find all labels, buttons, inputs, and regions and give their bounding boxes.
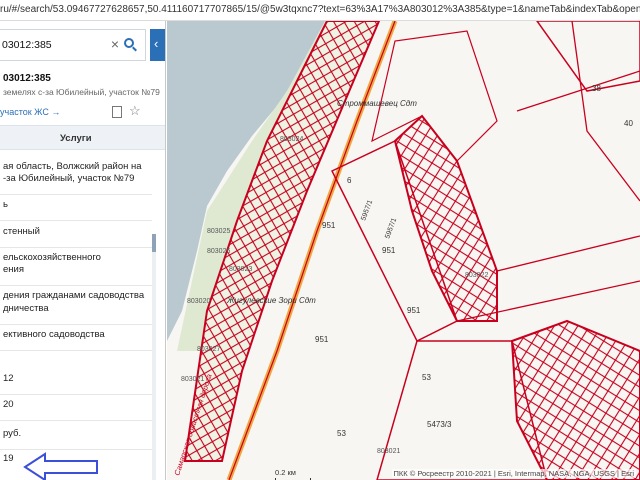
- collapse-panel-button[interactable]: ‹: [150, 29, 165, 61]
- detail-usage-line-1: дения гражданами садоводства: [3, 290, 145, 301]
- label-53a: 53: [422, 373, 431, 382]
- close-icon[interactable]: ×: [109, 37, 121, 51]
- label-38: 38: [592, 84, 601, 93]
- label-strommashevets: Строммашевец Сдт: [337, 99, 417, 108]
- info-panel: 03012:385 × ‹ 03012:385 земелях с-за Юби…: [0, 21, 166, 480]
- label-951a: 951: [322, 221, 336, 230]
- label-5473: 5473/3: [427, 420, 452, 429]
- detail-usage-doc: ективного садоводства: [0, 329, 152, 351]
- parcel-address: земелях с-за Юбилейный, участок №79: [3, 87, 160, 97]
- parcel-number: 03012:385: [3, 73, 51, 84]
- cadastral-map[interactable]: Строммашевец Сдт Жигулевские Зори Сдт Са…: [167, 21, 640, 480]
- detail-category-line-1: ельскохозяйственного: [3, 252, 101, 263]
- search-value: 03012:385: [2, 39, 52, 51]
- label-block-803020: 803020: [187, 298, 210, 305]
- label-zarya: Жигулевские Зори Сдт: [226, 296, 316, 305]
- parcel-link[interactable]: участок ЖС →: [0, 107, 60, 117]
- label-block-803023: 803023: [229, 266, 252, 273]
- detail-address-line-1: ая область, Волжский район на: [3, 161, 142, 172]
- label-block-803025: 803025: [207, 228, 230, 235]
- chevron-left-icon: ‹: [154, 36, 159, 51]
- label-951d: 951: [315, 335, 329, 344]
- scale-label: 0.2 км: [275, 468, 296, 477]
- annotation-arrow-icon: [23, 452, 98, 480]
- label-951b: 951: [382, 246, 396, 255]
- label-block-803026: 803026: [207, 248, 230, 255]
- address-url: ru/#/search/53.09467727628657,50.4111607…: [0, 4, 640, 15]
- label-6: 6: [347, 176, 352, 185]
- label-5957b: 5957/1: [384, 217, 398, 240]
- detail-status: стенный: [0, 226, 152, 248]
- search-row: 03012:385 × ‹: [0, 21, 165, 65]
- parcel-38[interactable]: [536, 21, 640, 92]
- tab-services[interactable]: Услуги: [60, 133, 92, 144]
- label-block-803022: 803022: [465, 272, 488, 279]
- detail-area-2: 20: [0, 399, 152, 421]
- detail-address-line-2: -за Юбилейный, участок №79: [0, 173, 152, 195]
- address-bar[interactable]: ru/#/search/53.09467727628657,50.4111607…: [0, 0, 640, 21]
- detail-category-line-2: ения: [0, 264, 152, 286]
- label-block-803024: 803024: [280, 136, 303, 143]
- search-icon[interactable]: [124, 38, 138, 52]
- parcel-actions: участок ЖС → ☆: [0, 97, 165, 125]
- label-951c: 951: [407, 306, 421, 315]
- scrollbar-track[interactable]: [152, 234, 156, 480]
- label-53b: 53: [337, 429, 346, 438]
- tab-bar: Услуги: [0, 125, 165, 150]
- scrollbar-thumb[interactable]: [152, 234, 156, 252]
- detail-area: 12: [0, 373, 152, 395]
- detail-usage-line-2: дничества: [0, 303, 152, 325]
- map-canvas[interactable]: Строммашевец Сдт Жигулевские Зори Сдт Са…: [167, 21, 640, 480]
- label-5957a: 5957/1: [360, 199, 374, 222]
- detail-cadastral-value: руб.: [0, 428, 152, 450]
- document-icon[interactable]: [112, 106, 122, 118]
- star-icon[interactable]: ☆: [129, 103, 141, 119]
- map-attribution: ПКК © Росреестр 2010-2021 | Esri, Interm…: [391, 469, 636, 478]
- label-block-803027: 803027: [197, 346, 220, 353]
- label-block-803021: 803021: [377, 448, 400, 455]
- detail-type: ь: [0, 199, 152, 221]
- label-40: 40: [624, 119, 633, 128]
- scale-bar: 0.2 км: [275, 468, 311, 480]
- parcel-block-southeast[interactable]: [510, 319, 640, 480]
- label-block-803021b: 803021: [181, 376, 204, 383]
